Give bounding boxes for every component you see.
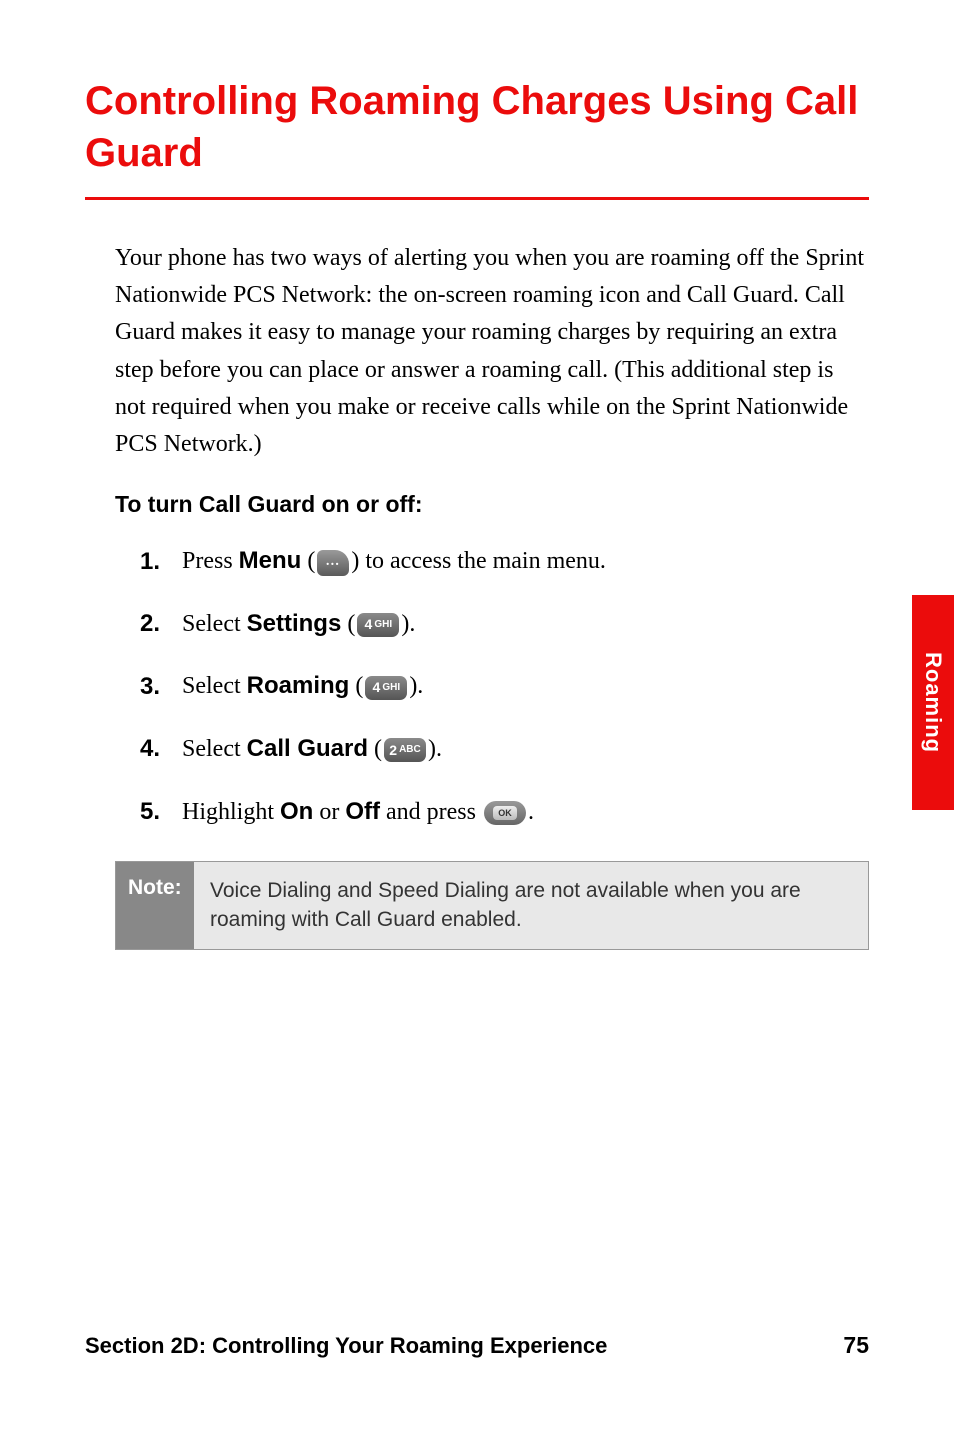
ok-key-icon: OK [484, 801, 526, 825]
step-bold: Menu [239, 547, 302, 574]
step-number: 3. [140, 670, 182, 704]
footer-page-number: 75 [843, 1332, 869, 1359]
footer-section: Section 2D: Controlling Your Roaming Exp… [85, 1333, 607, 1359]
step-5: 5. Highlight On or Off and press OK. [140, 795, 869, 830]
4-ghi-key-icon: 4GHI [365, 676, 407, 700]
step-text-post: ). [409, 673, 423, 699]
step-3: 3. Select Roaming (4GHI). [140, 669, 869, 704]
note-label: Note: [116, 862, 194, 949]
step-1: 1. Press Menu ( ) to access the main menu… [140, 544, 869, 579]
step-text-post: ). [401, 611, 415, 637]
step-text-pre: Highlight [182, 799, 280, 825]
step-4: 4. Select Call Guard (2ABC). [140, 732, 869, 767]
step-text-post1: and press [380, 799, 482, 825]
step-paren-open: ( [341, 611, 355, 637]
step-paren-open: ( [301, 548, 315, 574]
step-text-post: ) to access the main menu. [351, 548, 606, 574]
subheading: To turn Call Guard on or off: [115, 491, 869, 518]
page-title: Controlling Roaming Charges Using Call G… [85, 75, 869, 179]
step-paren-open: ( [349, 673, 363, 699]
intro-paragraph: Your phone has two ways of alerting you … [115, 240, 869, 463]
side-tab: Roaming [912, 595, 954, 810]
step-number: 1. [140, 545, 182, 579]
4-ghi-key-icon: 4GHI [357, 613, 399, 637]
step-bold: On [280, 798, 313, 825]
2-abc-key-icon: 2ABC [384, 738, 426, 762]
step-bold: Call Guard [247, 735, 368, 762]
note-text: Voice Dialing and Speed Dialing are not … [194, 862, 868, 949]
steps-list: 1. Press Menu ( ) to access the main menu… [140, 544, 869, 829]
step-text-post: ). [428, 736, 442, 762]
title-underline [85, 197, 869, 200]
step-2: 2. Select Settings (4GHI). [140, 607, 869, 642]
side-tab-label: Roaming [920, 652, 946, 753]
step-bold-2: Off [345, 798, 380, 825]
step-bold: Settings [247, 610, 342, 637]
step-text-mid: or [313, 799, 345, 825]
step-text-post2: . [528, 799, 534, 825]
step-number: 4. [140, 732, 182, 766]
step-bold: Roaming [247, 672, 350, 699]
step-text-pre: Press [182, 548, 239, 574]
menu-key-icon [317, 550, 349, 576]
page-footer: Section 2D: Controlling Your Roaming Exp… [85, 1332, 869, 1359]
step-number: 2. [140, 607, 182, 641]
step-paren-open: ( [368, 736, 382, 762]
step-text-pre: Select [182, 673, 247, 699]
step-text-pre: Select [182, 736, 247, 762]
step-number: 5. [140, 795, 182, 829]
note-box: Note: Voice Dialing and Speed Dialing ar… [115, 861, 869, 950]
step-text-pre: Select [182, 611, 247, 637]
